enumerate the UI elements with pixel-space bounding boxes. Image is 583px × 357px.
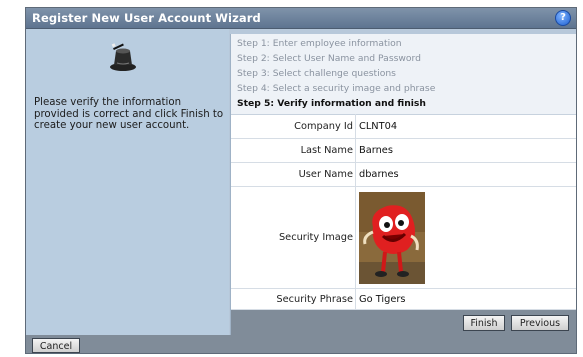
user-name-value: dbarnes xyxy=(359,169,399,180)
security-image xyxy=(359,192,425,284)
company-id-row: Company Id CLNT04 xyxy=(231,115,576,139)
security-phrase-row: Security Phrase Go Tigers xyxy=(231,289,576,310)
dialog-footer: Cancel xyxy=(26,335,576,353)
security-image-row: Security Image xyxy=(231,187,576,289)
previous-button[interactable]: Previous xyxy=(511,315,569,331)
wizard-content: Step 1: Enter employee information Step … xyxy=(230,34,576,335)
user-name-label: User Name xyxy=(298,169,353,180)
wizard-button-bar: Finish Previous xyxy=(231,310,576,335)
company-id-value: CLNT04 xyxy=(359,121,398,132)
wizard-dialog: Register New User Account Wizard ? Pleas… xyxy=(25,7,577,354)
step-4: Step 4: Select a security image and phra… xyxy=(237,83,436,94)
step-5-current: Step 5: Verify information and finish xyxy=(237,98,426,109)
last-name-value: Barnes xyxy=(359,145,393,156)
instructions-text: Please verify the information provided i… xyxy=(34,97,224,131)
step-list: Step 1: Enter employee information Step … xyxy=(231,34,576,115)
last-name-label: Last Name xyxy=(300,145,353,156)
user-name-row: User Name dbarnes xyxy=(231,163,576,187)
title-bar: Register New User Account Wizard ? xyxy=(26,8,576,29)
step-3: Step 3: Select challenge questions xyxy=(237,68,396,79)
cancel-button[interactable]: Cancel xyxy=(32,338,80,353)
finish-button[interactable]: Finish xyxy=(463,315,505,331)
help-icon[interactable]: ? xyxy=(555,10,571,26)
security-image-label: Security Image xyxy=(278,232,353,243)
step-1: Step 1: Enter employee information xyxy=(237,38,402,49)
step-2: Step 2: Select User Name and Password xyxy=(237,53,421,64)
magic-hat-icon xyxy=(110,43,136,71)
security-phrase-label: Security Phrase xyxy=(276,294,353,305)
instructions-panel: Please verify the information provided i… xyxy=(26,29,229,335)
column-divider xyxy=(355,114,356,309)
last-name-row: Last Name Barnes xyxy=(231,139,576,163)
dialog-title: Register New User Account Wizard xyxy=(32,11,261,25)
company-id-label: Company Id xyxy=(294,121,353,132)
security-phrase-value: Go Tigers xyxy=(359,294,406,305)
